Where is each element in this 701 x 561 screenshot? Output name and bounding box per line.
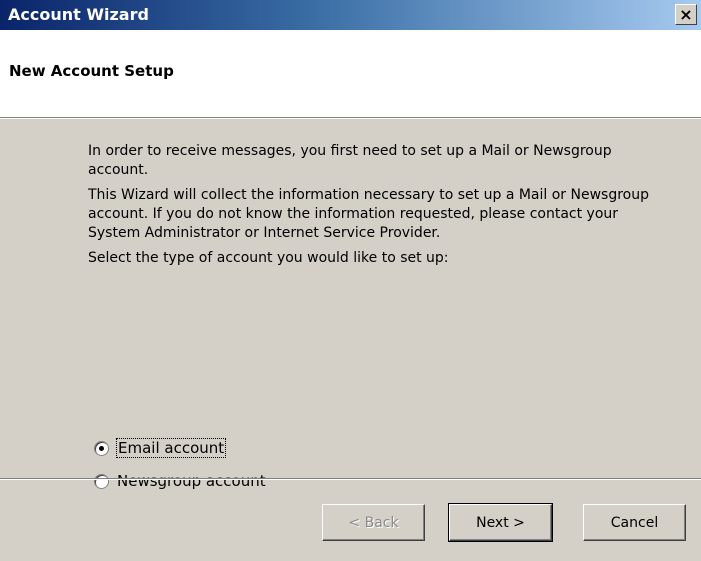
info-text: This Wizard will collect the information…: [88, 187, 649, 241]
header-panel: New Account Setup: [0, 30, 701, 117]
page-title: New Account Setup: [9, 62, 174, 80]
email-account-option[interactable]: Email account: [94, 437, 266, 459]
header-divider: [0, 117, 701, 119]
window-title: Account Wizard: [8, 5, 149, 24]
radio-button-unselected[interactable]: [94, 473, 109, 489]
intro-text: In order to receive messages, you first …: [88, 143, 612, 178]
account-type-group: Email account Newsgroup account: [94, 437, 266, 503]
radio-button-selected[interactable]: [94, 440, 109, 456]
footer-divider: [0, 478, 701, 480]
cancel-button[interactable]: Cancel: [583, 504, 686, 541]
next-button[interactable]: Next >: [448, 503, 553, 542]
back-button[interactable]: < Back: [322, 504, 425, 541]
newsgroup-account-label[interactable]: Newsgroup account: [117, 472, 266, 490]
close-icon: ×: [679, 4, 693, 24]
prompt-text: Select the type of account you would lik…: [88, 250, 449, 266]
title-bar: Account Wizard ×: [0, 0, 701, 30]
newsgroup-account-option[interactable]: Newsgroup account: [94, 470, 266, 492]
content-area: In order to receive messages, you first …: [88, 142, 668, 274]
email-account-label[interactable]: Email account: [115, 438, 227, 458]
close-button[interactable]: ×: [675, 4, 697, 25]
